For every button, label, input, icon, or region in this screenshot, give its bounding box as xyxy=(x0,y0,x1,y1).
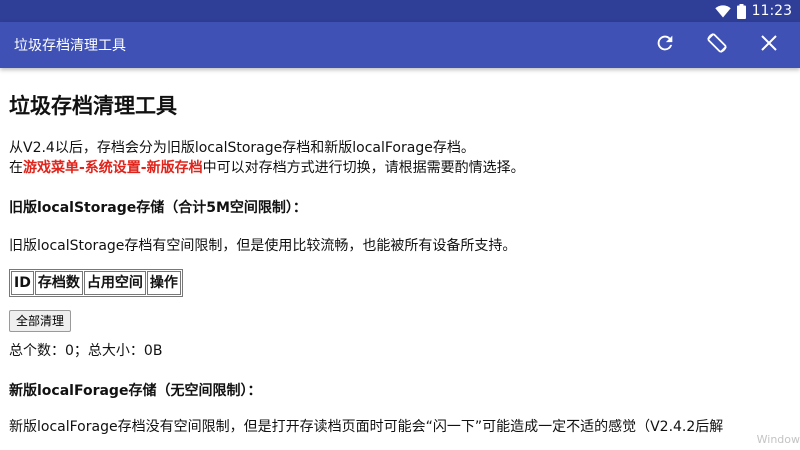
column-header-count: 存档数 xyxy=(34,271,83,295)
intro-suffix: 中可以对存档方式进行切换，请根据需要酌情选择。 xyxy=(202,160,525,176)
battery-icon xyxy=(736,3,746,19)
legacy-saves-table: ID 存档数 占用空间 操作 xyxy=(9,269,183,297)
refresh-button[interactable] xyxy=(652,32,678,58)
close-icon xyxy=(760,34,778,56)
intro-prefix: 在 xyxy=(9,160,23,176)
status-time: 11:23 xyxy=(751,3,792,19)
legacy-storage-description: 旧版localStorage存档有空间限制，但是使用比较流畅，也能被所有设备所支… xyxy=(9,238,517,254)
intro-text: 从V2.4以后，存档会分为旧版localStorage存档和新版localFor… xyxy=(9,138,791,178)
forage-storage-heading: 新版localForage存储（无空间限制）： xyxy=(9,383,262,399)
toolbar-title: 垃圾存档清理工具 xyxy=(14,38,126,54)
column-header-id: ID xyxy=(11,271,34,295)
activation-watermark: Window xyxy=(756,433,800,446)
rotate-screen-button[interactable] xyxy=(704,32,730,58)
table-header-row: ID 存档数 占用空间 操作 xyxy=(11,271,181,295)
totals-summary: 总个数：0；总大小：0B xyxy=(9,343,163,359)
legacy-storage-heading: 旧版localStorage存储（合计5M空间限制）： xyxy=(9,200,307,216)
close-button[interactable] xyxy=(756,32,782,58)
main-content: 垃圾存档清理工具 从V2.4以后，存档会分为旧版localStorage存档和新… xyxy=(0,68,800,450)
settings-path-highlight: 游戏菜单-系统设置-新版存档 xyxy=(23,160,203,176)
toolbar-actions xyxy=(652,32,786,58)
forage-storage-description: 新版localForage存档没有空间限制，但是打开存读档页面时可能会“闪一下”… xyxy=(9,419,724,435)
status-bar: 11:23 xyxy=(0,0,800,22)
clear-all-button[interactable]: 全部清理 xyxy=(9,310,72,332)
wifi-icon xyxy=(714,4,731,18)
intro-line-1: 从V2.4以后，存档会分为旧版localStorage存档和新版localFor… xyxy=(9,140,475,156)
intro-line-2: 在游戏菜单-系统设置-新版存档中可以对存档方式进行切换，请根据需要酌情选择。 xyxy=(9,158,791,178)
column-header-size: 占用空间 xyxy=(83,271,146,295)
column-header-action: 操作 xyxy=(146,271,181,295)
rotate-screen-icon xyxy=(705,31,729,59)
app-toolbar: 垃圾存档清理工具 xyxy=(0,22,800,68)
page-title: 垃圾存档清理工具 xyxy=(9,94,177,118)
refresh-icon xyxy=(654,32,676,58)
